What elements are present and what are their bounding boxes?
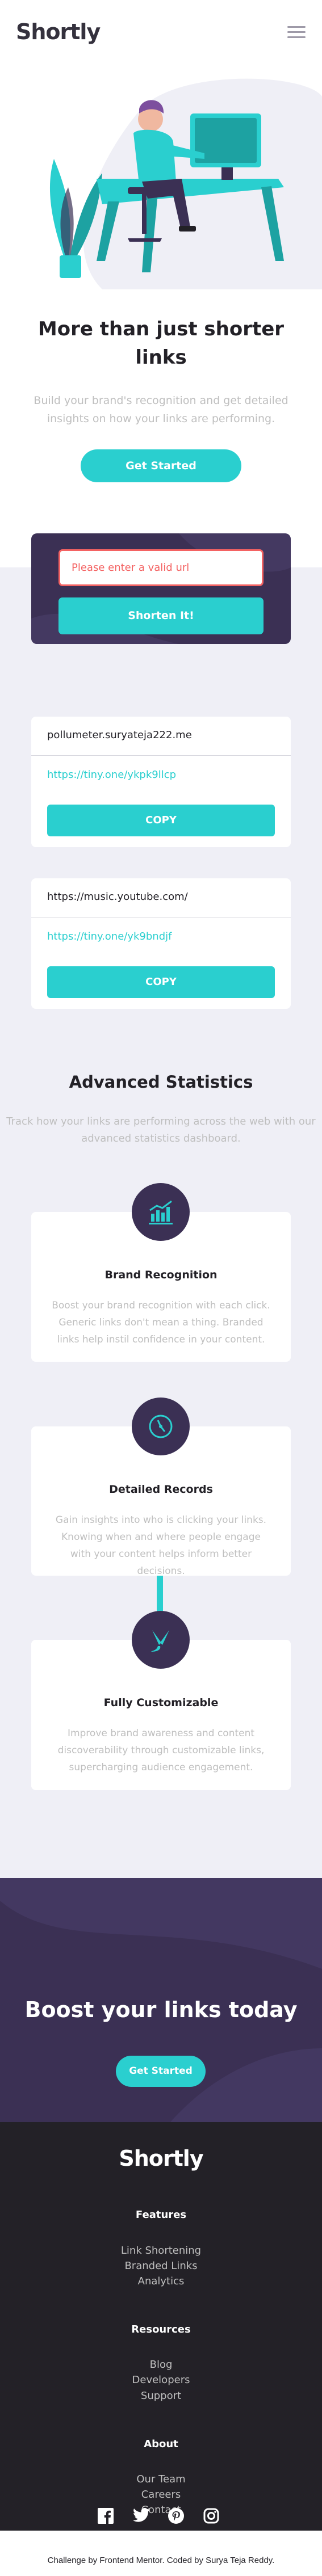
short-url[interactable]: https://tiny.one/ykpk9llcp xyxy=(47,769,176,781)
hero-illustration xyxy=(49,78,322,289)
hero-subtitle: Build your brand's recognition and get d… xyxy=(34,394,288,425)
boost-get-started-button[interactable]: Get Started xyxy=(116,2056,206,2087)
feature-text: Gain insights into who is clicking your … xyxy=(55,1514,267,1577)
footer-logo[interactable]: Shortly xyxy=(0,2146,322,2171)
attribution-middle: . Coded by xyxy=(162,2556,206,2565)
pen-brush-icon xyxy=(132,1611,190,1669)
frontend-mentor-link[interactable]: Frontend Mentor xyxy=(99,2556,162,2565)
result-card: pollumeter.suryateja222.me https://tiny.… xyxy=(31,717,291,847)
pinterest-icon[interactable] xyxy=(168,2508,184,2526)
feature-title: Fully Customizable xyxy=(103,1697,219,1709)
copy-button[interactable]: COPY xyxy=(47,966,275,998)
social-links xyxy=(98,2508,224,2527)
boost-title: Boost your links today xyxy=(24,1997,298,2022)
url-input[interactable]: Please enter a valid url xyxy=(58,549,264,586)
original-url: pollumeter.suryateja222.me xyxy=(47,729,192,741)
footer-link[interactable]: Branded Links xyxy=(0,2260,322,2272)
shorten-form: Please enter a valid url Shorten It! xyxy=(31,533,291,644)
hero-title: More than just shorter links xyxy=(37,318,285,369)
footer-link[interactable]: Blog xyxy=(0,2359,322,2371)
attribution-prefix: Challenge by xyxy=(47,2556,100,2565)
footer-link[interactable]: Developers xyxy=(0,2374,322,2386)
logo[interactable]: Shortly xyxy=(16,19,101,44)
footer-link[interactable]: Careers xyxy=(0,2489,322,2501)
boost-section: Boost your links today Get Started xyxy=(0,1878,322,2122)
attribution-suffix: . xyxy=(272,2556,275,2565)
copy-button[interactable]: COPY xyxy=(47,805,275,836)
feature-text: Improve brand awareness and content disc… xyxy=(57,1728,265,1773)
original-url: https://music.youtube.com/ xyxy=(47,891,188,903)
footer-heading-features: Features xyxy=(135,2209,187,2221)
feature-title: Brand Recognition xyxy=(104,1269,218,1281)
result-card: https://music.youtube.com/ https://tiny.… xyxy=(31,878,291,1009)
site-footer: Shortly Features Link Shortening Branded… xyxy=(0,2122,322,2531)
feature-title: Detailed Records xyxy=(109,1483,213,1496)
facebook-icon[interactable] xyxy=(98,2508,114,2526)
gauge-icon xyxy=(132,1398,190,1455)
stats-title: Advanced Statistics xyxy=(69,1072,253,1092)
hamburger-icon[interactable] xyxy=(287,26,306,40)
footer-link[interactable]: Analytics xyxy=(0,2275,322,2287)
author-link[interactable]: Surya Teja Reddy xyxy=(206,2556,272,2565)
bar-chart-icon xyxy=(132,1183,190,1241)
attribution: Challenge by Frontend Mentor. Coded by S… xyxy=(0,2556,322,2565)
site-header: Shortly xyxy=(0,0,322,68)
footer-heading-about: About xyxy=(144,2438,178,2450)
instagram-icon[interactable] xyxy=(203,2508,219,2526)
twitter-icon[interactable] xyxy=(133,2508,150,2525)
short-url[interactable]: https://tiny.one/yk9bndjf xyxy=(47,931,172,942)
footer-heading-resources: Resources xyxy=(131,2324,191,2335)
footer-link[interactable]: Link Shortening xyxy=(0,2245,322,2257)
divider xyxy=(31,755,291,756)
footer-link[interactable]: Our Team xyxy=(0,2473,322,2485)
shorten-button[interactable]: Shorten It! xyxy=(58,597,264,634)
get-started-button[interactable]: Get Started xyxy=(81,449,241,482)
feature-text: Boost your brand recognition with each c… xyxy=(52,1300,270,1345)
footer-link[interactable]: Support xyxy=(0,2390,322,2402)
stats-subtitle: Track how your links are performing acro… xyxy=(6,1116,316,1144)
